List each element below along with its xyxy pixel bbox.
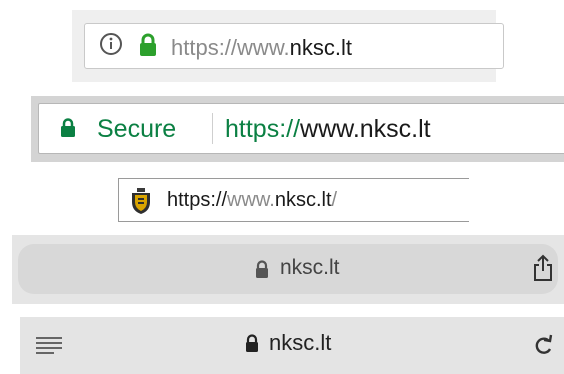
url-trailing-slash: / xyxy=(331,189,338,211)
edge-address-bar[interactable]: https://www.nksc.lt/ xyxy=(118,178,469,222)
url-scheme: https:// xyxy=(225,115,301,143)
reader-menu-icon[interactable] xyxy=(36,336,62,359)
secure-label[interactable]: Secure xyxy=(97,115,176,144)
safari-ios-address-bar: nksc.lt xyxy=(12,235,564,304)
info-icon[interactable] xyxy=(99,32,123,61)
lock-icon xyxy=(254,260,270,285)
site-badge-icon[interactable] xyxy=(128,187,154,220)
firefox-address-bar: https://www.nksc.lt xyxy=(72,10,504,82)
safari-mac-address-bar: nksc.lt xyxy=(20,317,564,374)
chrome-url-field[interactable]: Secure https://www.nksc.lt xyxy=(38,103,564,154)
reload-icon[interactable] xyxy=(532,333,554,362)
lock-icon xyxy=(244,334,260,359)
domain-text: nksc.lt xyxy=(280,256,340,279)
url-host: www.nksc.lt xyxy=(300,115,431,143)
url-text: https://www.nksc.lt/ xyxy=(167,189,337,212)
share-icon[interactable] xyxy=(532,254,554,287)
url-text: https://www.nksc.lt xyxy=(225,115,431,144)
url-scheme: https:// xyxy=(167,189,228,211)
url-text: https://www.nksc.lt xyxy=(171,35,352,61)
divider xyxy=(212,113,213,144)
url-domain: nksc.lt xyxy=(289,35,352,60)
url-subdomain: www. xyxy=(237,35,290,60)
url-domain: nksc.lt xyxy=(274,189,332,211)
chrome-address-bar: Secure https://www.nksc.lt xyxy=(31,96,564,162)
url-scheme: https:// xyxy=(171,35,238,60)
domain-text[interactable]: nksc.lt xyxy=(269,330,331,356)
lock-icon[interactable] xyxy=(59,117,77,144)
firefox-url-field[interactable]: https://www.nksc.lt xyxy=(84,23,504,69)
safari-ios-url-field[interactable]: nksc.lt xyxy=(18,244,558,294)
lock-icon[interactable] xyxy=(137,32,159,63)
url-subdomain: www. xyxy=(227,189,275,211)
